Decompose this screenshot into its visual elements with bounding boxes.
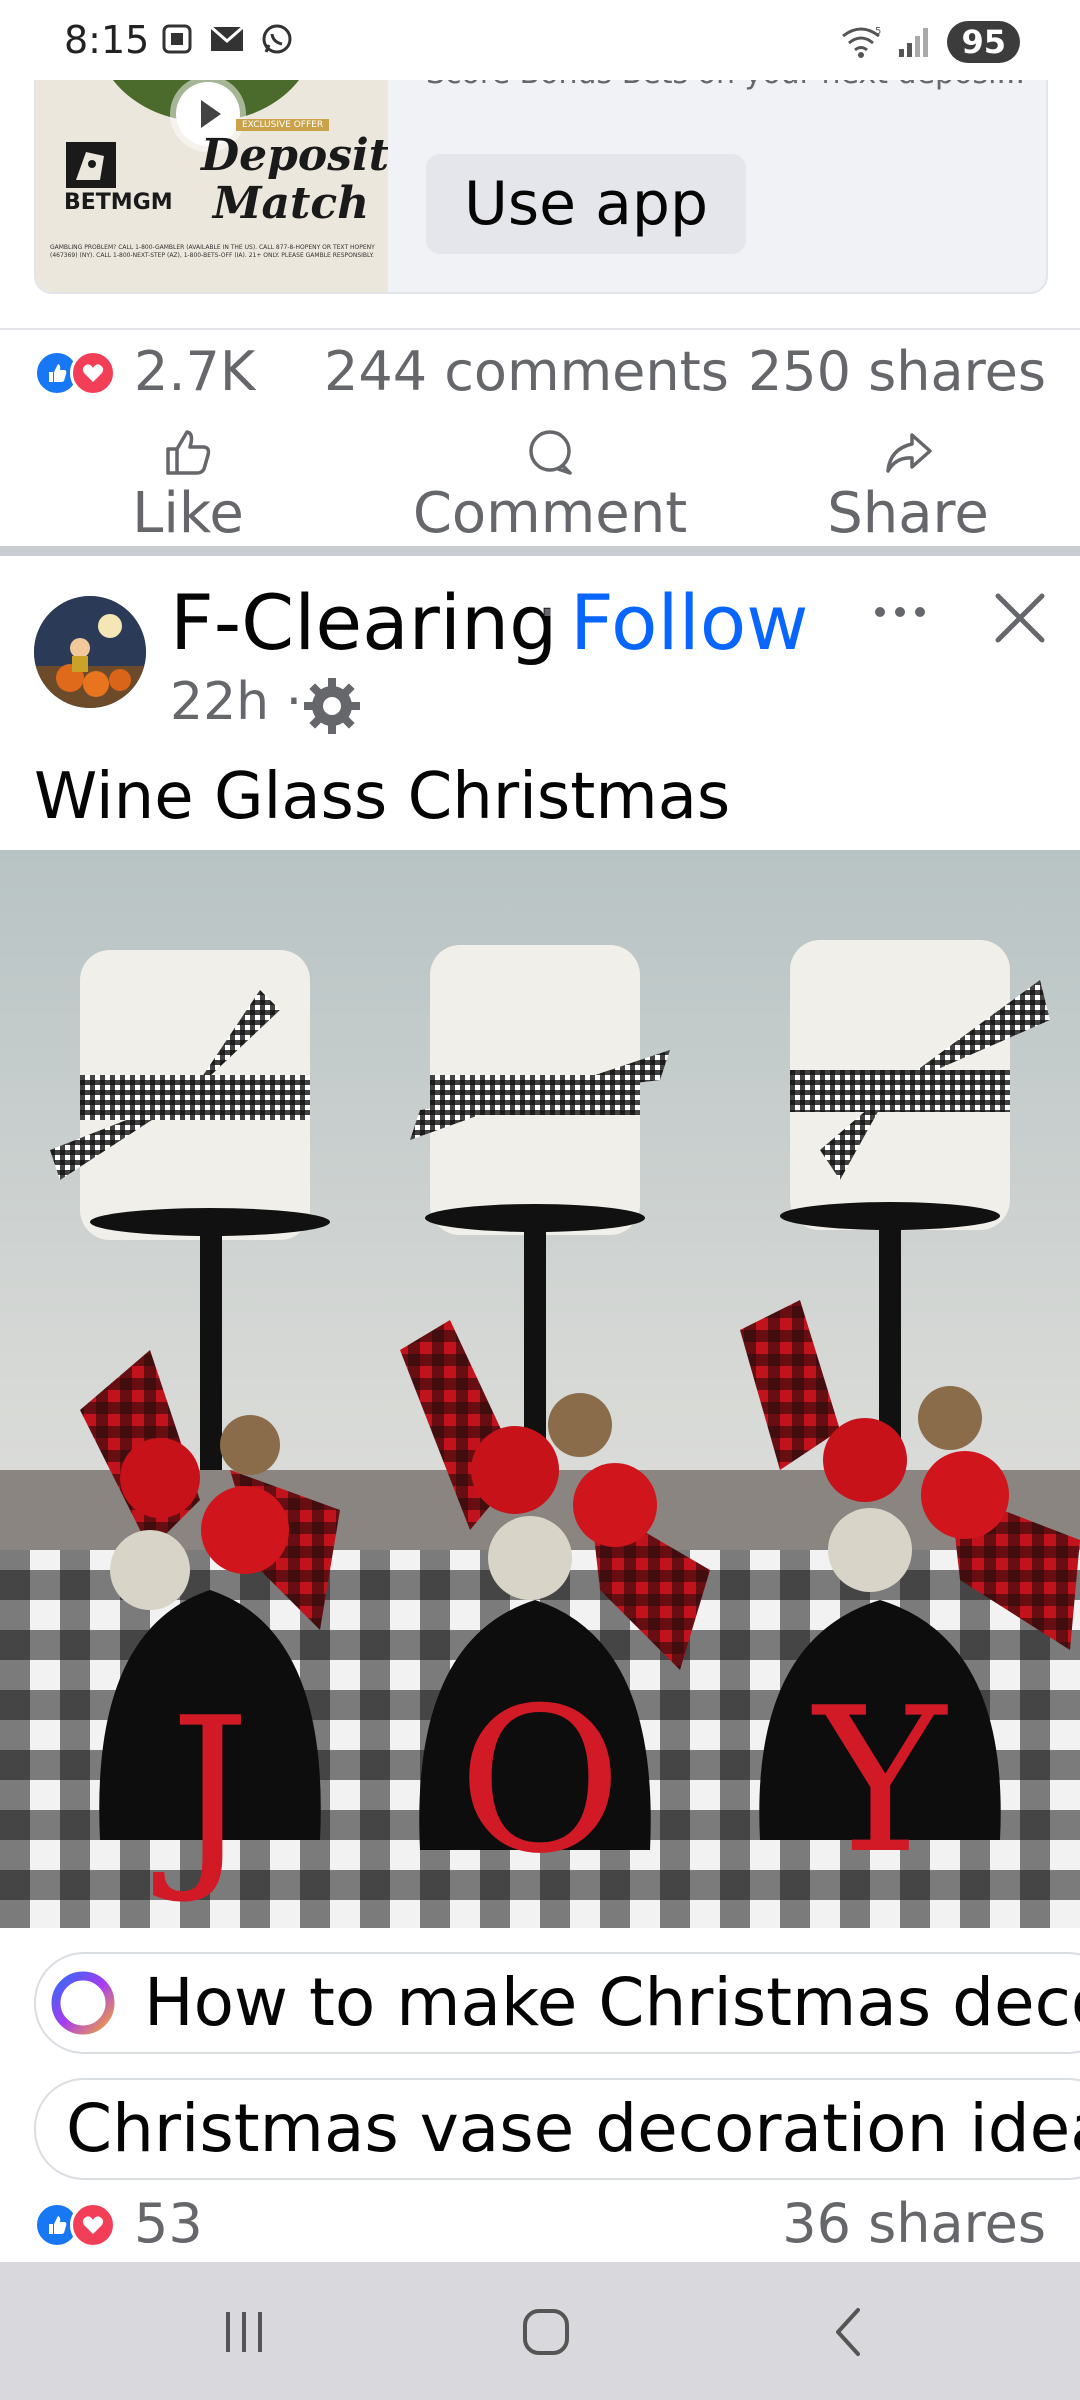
post-stats: 2.7K 244 comments 250 shares xyxy=(34,340,1046,410)
ad-fine-print: GAMBLING PROBLEM? CALL 1-800-GAMBLER (AV… xyxy=(50,244,375,259)
ad-offer-line2: Match xyxy=(212,178,370,229)
ad-brand: BETMGM xyxy=(64,190,173,215)
reaction-icons[interactable] xyxy=(34,2202,116,2248)
search-ring-icon xyxy=(51,1971,115,2035)
email-icon xyxy=(210,25,245,51)
related-search-label: Christmas vase decoration ideas xyxy=(66,2090,1080,2167)
post-time[interactable]: 22h · xyxy=(170,672,302,732)
comment-label: Comment xyxy=(412,481,688,546)
thumbs-up-icon xyxy=(166,430,211,475)
like-button[interactable]: Like xyxy=(58,425,318,546)
comment-button[interactable]: Comment xyxy=(380,425,720,546)
related-search-chip[interactable]: Christmas vase decoration ideas xyxy=(34,2078,1080,2180)
notification-icons xyxy=(160,22,304,56)
lion-logo-icon xyxy=(66,142,116,188)
share-label: Share xyxy=(827,481,989,546)
related-search-label: How to make Christmas decor xyxy=(144,1964,1080,2041)
network-type: 5 xyxy=(875,26,881,37)
system-status: 5 95 xyxy=(839,20,1020,64)
comment-count[interactable]: 244 comments xyxy=(324,340,729,403)
post-stats: 53 36 shares xyxy=(34,2192,1046,2262)
related-search-chip[interactable]: How to make Christmas decor xyxy=(34,1952,1080,2054)
clock: 8:15 xyxy=(64,18,150,62)
ad-offer-text: Deposit Match xyxy=(201,132,388,229)
home-icon[interactable] xyxy=(516,2302,576,2362)
post-text: Wine Glass Christmas xyxy=(34,760,731,834)
like-label: Like xyxy=(132,481,244,546)
screenshot-icon xyxy=(162,24,192,54)
audience-settings-icon xyxy=(304,678,360,734)
ad-thumbnail[interactable]: EXCLUSIVE OFFER Deposit Match BETMGM GAMB… xyxy=(36,62,388,292)
share-count[interactable]: 36 shares xyxy=(782,2192,1046,2255)
system-navigation-bar xyxy=(0,2262,1080,2400)
status-bar: 8:15 5 95 xyxy=(0,0,1080,80)
whatsapp-icon xyxy=(262,24,292,54)
signal-icon xyxy=(899,28,929,57)
more-options-icon[interactable] xyxy=(870,592,930,632)
page-name[interactable]: F-Clearing xyxy=(170,578,557,667)
follow-button[interactable]: Follow xyxy=(570,578,808,667)
back-icon[interactable] xyxy=(820,2302,880,2362)
reaction-icons[interactable] xyxy=(34,350,116,396)
close-icon[interactable] xyxy=(992,590,1048,646)
divider xyxy=(0,328,1080,330)
separator-dot: · xyxy=(538,578,558,648)
love-reaction-icon xyxy=(70,2202,116,2248)
reaction-count[interactable]: 2.7K xyxy=(134,340,255,403)
comment-bubble-icon xyxy=(529,430,572,475)
share-count[interactable]: 250 shares xyxy=(748,340,1046,403)
post-photo[interactable]: J O Y xyxy=(0,850,1080,1928)
share-button[interactable]: Share xyxy=(778,425,1038,546)
photo-letter-y: Y xyxy=(811,1665,948,1898)
reaction-count[interactable]: 53 xyxy=(134,2192,203,2255)
love-reaction-icon xyxy=(70,350,116,396)
use-app-button[interactable]: Use app xyxy=(426,154,746,254)
post-separator xyxy=(0,546,1080,556)
recent-apps-icon[interactable] xyxy=(214,2302,274,2362)
wifi-icon: 5 xyxy=(842,26,882,58)
sponsored-ad-card[interactable]: EXCLUSIVE OFFER Deposit Match BETMGM GAMB… xyxy=(34,60,1048,294)
battery-level: 95 xyxy=(947,21,1020,63)
ad-offer-line1: Deposit xyxy=(201,130,388,181)
photo-letter-o: O xyxy=(458,1665,622,1898)
page-avatar[interactable] xyxy=(34,596,146,708)
share-arrow-icon xyxy=(886,433,932,473)
